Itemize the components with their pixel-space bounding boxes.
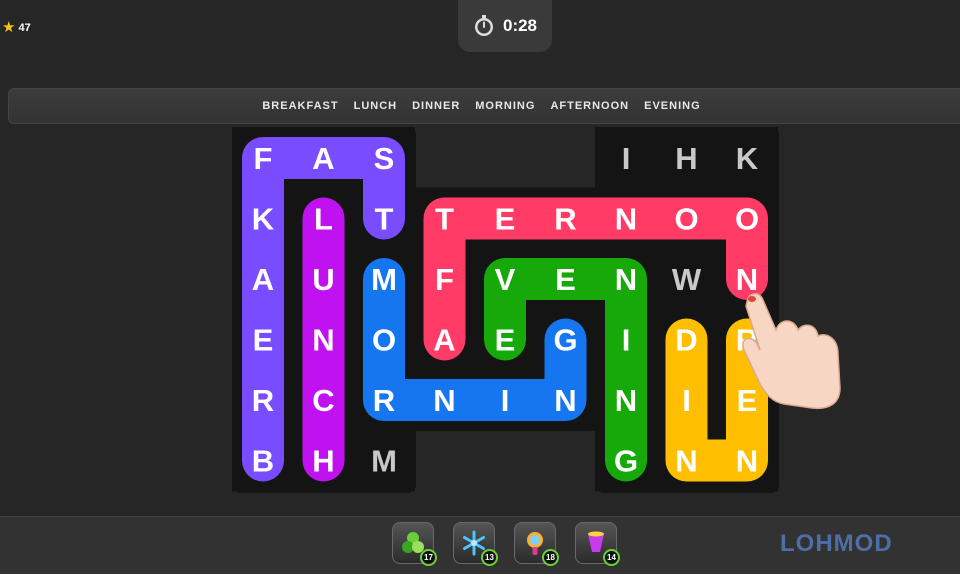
grid-letter[interactable]: R xyxy=(554,202,576,237)
grid-letter[interactable]: E xyxy=(253,323,274,358)
brand-watermark: LOHMOD xyxy=(780,530,893,557)
grid-letter[interactable]: R xyxy=(252,383,274,418)
grid-letter[interactable]: E xyxy=(495,202,516,237)
grid-letter[interactable]: N xyxy=(736,444,758,479)
grid-letter[interactable]: T xyxy=(435,202,454,237)
grid-letter[interactable]: G xyxy=(614,444,638,479)
grid-letter[interactable]: K xyxy=(736,141,759,176)
grid-letter[interactable]: C xyxy=(312,383,334,418)
grid-letter[interactable]: H xyxy=(312,444,334,479)
grid-letter[interactable]: A xyxy=(252,262,274,297)
booster-freeze[interactable]: 13 xyxy=(453,522,498,566)
grid-letter[interactable]: U xyxy=(312,262,334,297)
booster-count: 13 xyxy=(481,549,498,566)
grid-letter[interactable]: V xyxy=(495,262,516,297)
grid-letter[interactable]: A xyxy=(433,323,455,358)
grid-letter[interactable]: E xyxy=(555,262,576,297)
letter-grid[interactable]: FASIHKKLTTERNOOAUMFVENWNENOAEGIDRRCRNINN… xyxy=(0,0,960,573)
grid-letter[interactable]: O xyxy=(735,202,759,237)
grid-letter[interactable]: A xyxy=(312,141,334,176)
grid-letter[interactable]: E xyxy=(737,383,758,418)
grid-letter[interactable]: N xyxy=(312,323,334,358)
booster-magic[interactable]: 14 xyxy=(575,522,620,566)
booster-paint[interactable]: 17 xyxy=(392,522,437,566)
grid-letter[interactable]: G xyxy=(553,323,577,358)
booster-count: 17 xyxy=(420,549,437,566)
grid-letter[interactable]: I xyxy=(501,383,510,418)
grid-letter[interactable]: E xyxy=(495,323,516,358)
grid-letter[interactable]: I xyxy=(622,141,631,176)
grid-letter[interactable]: N xyxy=(736,262,758,297)
grid-letter[interactable]: M xyxy=(371,262,397,297)
grid-letter[interactable]: T xyxy=(375,202,394,237)
grid-letter[interactable]: D xyxy=(675,323,697,358)
grid-letter[interactable]: F xyxy=(435,262,454,297)
grid-letter[interactable]: N xyxy=(554,383,576,418)
grid-letter[interactable]: I xyxy=(682,383,691,418)
grid-letter[interactable]: L xyxy=(314,202,333,237)
booster-hint[interactable]: 18 xyxy=(514,522,559,566)
grid-letter[interactable]: S xyxy=(374,141,395,176)
grid-letter[interactable]: N xyxy=(675,444,697,479)
grid-letter[interactable]: O xyxy=(674,202,698,237)
booster-count: 14 xyxy=(603,549,620,566)
grid-letter[interactable]: N xyxy=(615,202,637,237)
grid-letter[interactable]: N xyxy=(615,262,637,297)
grid-letter[interactable]: H xyxy=(675,141,697,176)
booster-count: 18 xyxy=(542,549,559,566)
grid-letter[interactable]: M xyxy=(371,444,397,479)
grid-letter[interactable]: N xyxy=(433,383,455,418)
grid-letter[interactable]: N xyxy=(615,383,637,418)
grid-letter[interactable]: F xyxy=(254,141,273,176)
grid-letter[interactable]: I xyxy=(622,323,631,358)
grid-letter[interactable]: O xyxy=(372,323,396,358)
grid-letter[interactable]: W xyxy=(672,262,702,297)
grid-letter[interactable]: B xyxy=(252,444,274,479)
grid-letter[interactable]: K xyxy=(252,202,275,237)
grid-letter[interactable]: R xyxy=(373,383,395,418)
